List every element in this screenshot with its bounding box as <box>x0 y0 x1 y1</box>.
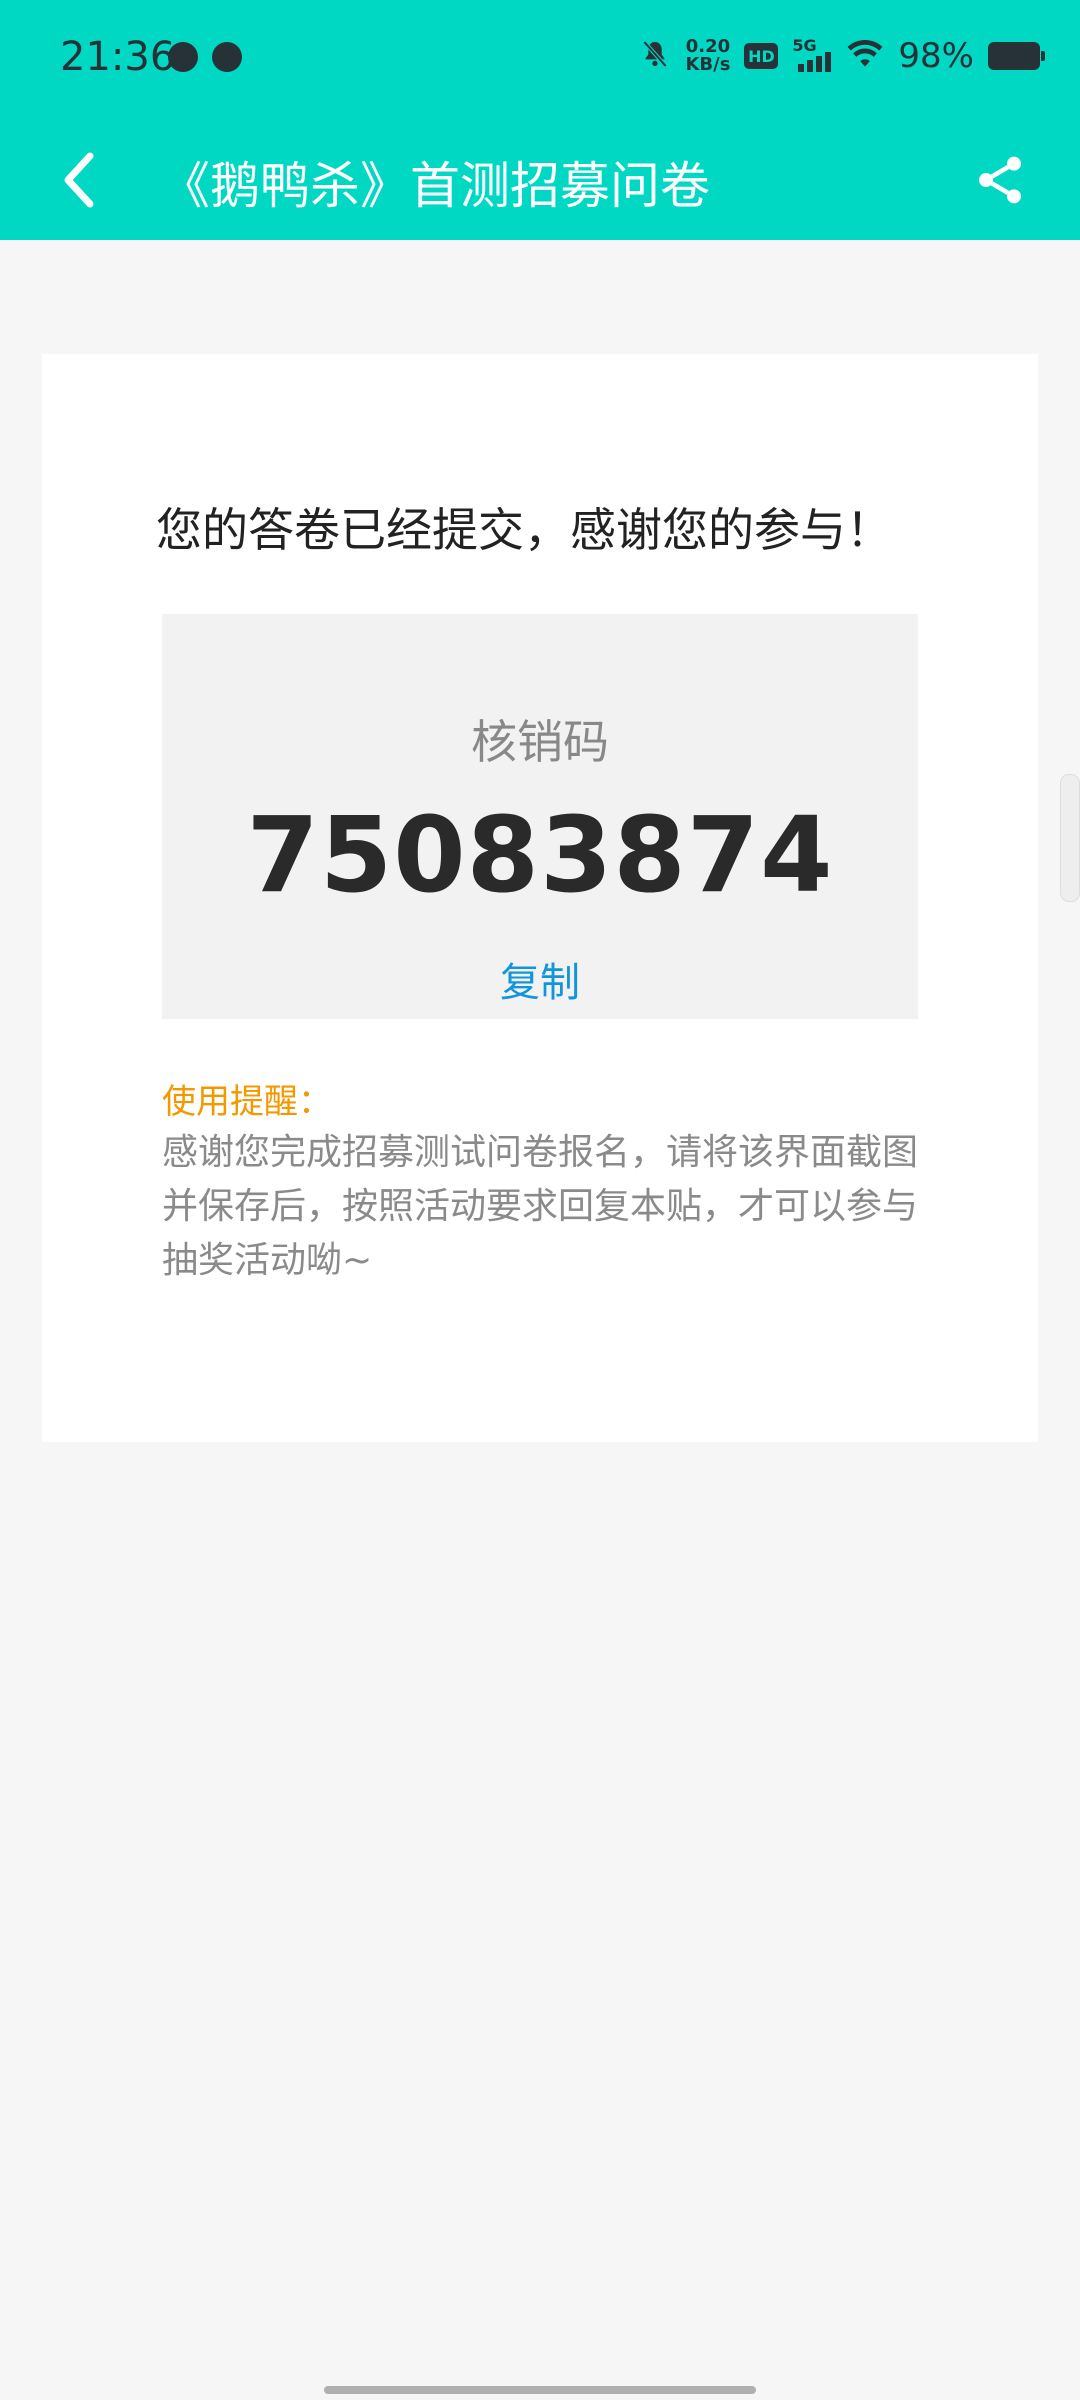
status-bar: 21:36 0.20 KB/s HD 5G 98% <box>0 0 1080 120</box>
weibo-icon <box>212 42 242 72</box>
status-time: 21:36 <box>60 34 176 80</box>
submission-result-card: 您的答卷已经提交，感谢您的参与！ 核销码 75083874 复制 使用提醒： 感… <box>42 354 1038 1442</box>
battery-percent: 98% <box>898 36 974 76</box>
scrollbar[interactable] <box>1060 774 1080 902</box>
title-bar: 《鹅鸭杀》首测招募问卷 <box>0 120 1080 240</box>
hd-badge: HD <box>744 43 779 69</box>
share-button[interactable] <box>960 140 1040 220</box>
cell-signal-icon: 5G <box>792 36 832 72</box>
copy-button[interactable]: 复制 <box>490 950 590 1008</box>
reminder-text: 感谢您完成招募测试问卷报名，请将该界面截图并保存后，按照活动要求回复本贴，才可以… <box>162 1132 919 1281</box>
network-speed-unit: KB/s <box>685 54 731 75</box>
signal-label: 5G <box>792 36 817 55</box>
share-icon <box>979 156 1021 204</box>
network-speed: 0.20 KB/s <box>685 38 730 74</box>
mute-bell-icon <box>639 38 671 74</box>
status-right-group: 0.20 KB/s HD 5G 98% <box>639 36 1045 76</box>
top-app-bar: 21:36 0.20 KB/s HD 5G 98% 《鹅鸭杀》首测招募问卷 <box>0 0 1080 240</box>
home-indicator[interactable] <box>324 2386 756 2394</box>
back-button[interactable] <box>40 140 120 220</box>
redemption-code-value: 75083874 <box>246 794 834 916</box>
success-message: 您的答卷已经提交，感谢您的参与！ <box>156 503 892 557</box>
redemption-code-box: 核销码 75083874 复制 <box>162 614 918 1019</box>
chevron-left-icon <box>64 152 94 208</box>
wifi-icon <box>846 38 884 74</box>
redemption-code-label: 核销码 <box>471 715 609 769</box>
page-title: 《鹅鸭杀》首测招募问卷 <box>160 157 710 215</box>
reminder-title: 使用提醒： <box>162 1082 332 1122</box>
wechat-icon <box>168 42 198 72</box>
battery-icon <box>988 42 1045 70</box>
